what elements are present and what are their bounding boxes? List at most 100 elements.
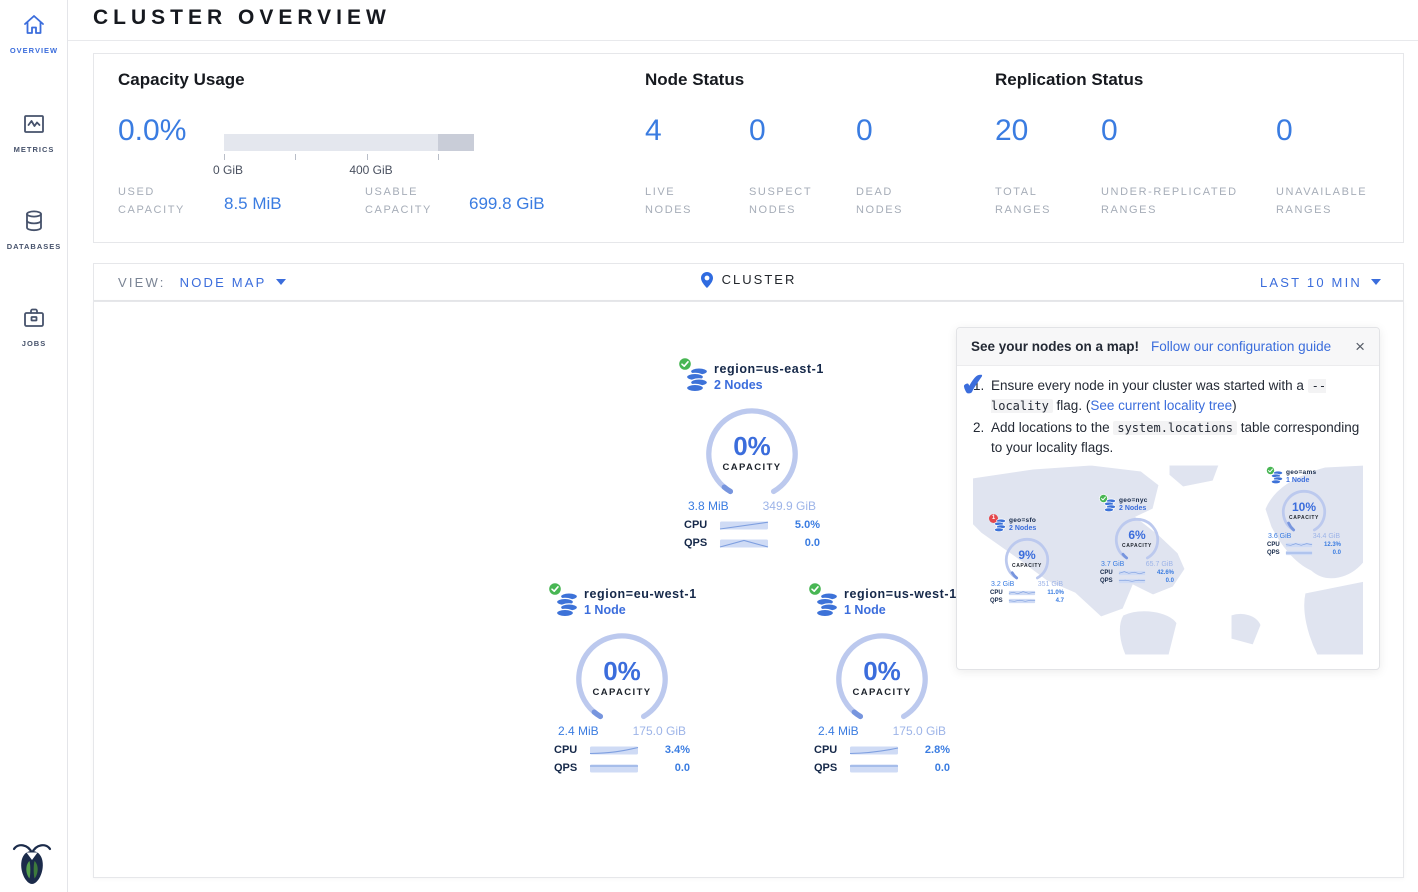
sidebar-item-label: METRICS (2, 145, 66, 154)
qps-sparkline (1004, 598, 1040, 604)
cluster-summary-panel: Capacity Usage 0.0% 0 GiB 400 GiB USED C… (93, 53, 1404, 243)
qps-sparkline (714, 538, 774, 549)
capacity-percent: 0% (574, 656, 670, 687)
tooltip-title: See your nodes on a map! (971, 339, 1139, 354)
step-text: flag. ( (1053, 398, 1091, 413)
axis-tick (438, 154, 439, 160)
node-group-us-east-1[interactable]: region=us-east-1 2 Nodes 0% CAPACITY 3.8… (677, 363, 827, 549)
capacity-caption: CAPACITY (1004, 563, 1050, 569)
qps-value: 0.0 (774, 537, 820, 549)
cpu-sparkline (844, 745, 904, 756)
node-region-label: geo=sfo (1009, 517, 1036, 524)
qps-sparkline (584, 763, 644, 774)
sidebar-item-label: OVERVIEW (2, 46, 66, 55)
node-count-label: 2 Nodes (1119, 505, 1148, 512)
main-content: CLUSTER OVERVIEW Capacity Usage 0.0% 0 G… (68, 0, 1418, 892)
time-range-dropdown[interactable]: LAST 10 MIN (1260, 275, 1381, 290)
dead-nodes-label: DEAD NODES (856, 184, 926, 219)
big-check-icon: ✔ (959, 367, 988, 404)
capacity-percent: 0% (834, 656, 930, 687)
time-range-value: LAST 10 MIN (1260, 275, 1362, 290)
qps-sparkline (844, 763, 904, 774)
qps-label: QPS (814, 762, 844, 774)
sidebar-item-metrics[interactable]: METRICS (0, 99, 68, 166)
cpu-value: 3.4% (644, 744, 690, 756)
capacity-gauge: 10% CAPACITY (1281, 489, 1327, 531)
step-number: 2. (973, 418, 984, 438)
healthy-check-icon (678, 357, 692, 371)
node-region-label: geo=nyc (1119, 497, 1148, 504)
sidebar-item-jobs[interactable]: JOBS (0, 293, 68, 360)
cpu-value: 5.0% (774, 519, 820, 531)
node-region-label: region=us-west-1 (844, 587, 957, 601)
cpu-sparkline (1114, 570, 1150, 576)
sidebar-item-label: DATABASES (2, 242, 66, 251)
cpu-label: CPU (814, 744, 844, 756)
qps-label: QPS (684, 537, 714, 549)
unavailable-ranges-label: UNAVAILABLE RANGES (1276, 184, 1386, 219)
sidebar: OVERVIEW METRICS DATABASES JOBS (0, 0, 68, 892)
healthy-check-icon (548, 582, 562, 596)
close-icon[interactable]: × (1355, 338, 1365, 355)
capacity-gauge: 0% CAPACITY (574, 631, 670, 717)
breadcrumb-label: CLUSTER (722, 272, 797, 287)
map-pin-icon (701, 272, 713, 288)
home-icon (22, 13, 46, 37)
node-region-label: region=eu-west-1 (584, 587, 697, 601)
capacity-percent: 10% (1281, 500, 1327, 514)
node-group-us-west-1[interactable]: region=us-west-1 1 Node 0% CAPACITY 2.4 … (807, 588, 957, 774)
database-icon (22, 209, 46, 233)
page-title: CLUSTER OVERVIEW (93, 6, 391, 30)
sidebar-item-overview[interactable]: OVERVIEW (0, 0, 68, 67)
live-nodes-value: 4 (645, 114, 662, 148)
suspect-nodes-value: 0 (749, 114, 766, 148)
axis-tick-label: 0 GiB (213, 163, 243, 177)
healthy-check-icon (808, 582, 822, 596)
metrics-icon (22, 112, 46, 136)
replication-status-title: Replication Status (995, 70, 1143, 90)
used-capacity-label: USED CAPACITY (118, 184, 202, 219)
capacity-percent: 6% (1114, 528, 1160, 542)
node-group-eu-west-1[interactable]: region=eu-west-1 1 Node 0% CAPACITY 2.4 … (547, 588, 697, 774)
capacity-caption: CAPACITY (574, 687, 670, 698)
axis-tick-label: 400 GiB (349, 163, 392, 177)
configuration-guide-link[interactable]: Follow our configuration guide (1151, 339, 1331, 354)
axis-tick (295, 154, 296, 160)
sidebar-item-databases[interactable]: DATABASES (0, 196, 68, 263)
capacity-gauge: 0% CAPACITY (834, 631, 930, 717)
qps-value: 0.0 (1150, 578, 1174, 584)
cockroachdb-logo-icon (12, 840, 52, 886)
briefcase-icon (22, 306, 46, 330)
capacity-used-percent: 0.0% (118, 114, 186, 148)
cpu-sparkline (714, 520, 774, 531)
cpu-sparkline (584, 745, 644, 756)
capacity-percent: 9% (1004, 548, 1050, 562)
node-map-setup-tooltip: See your nodes on a map! Follow our conf… (956, 327, 1380, 670)
usable-capacity-value: 699.8 GiB (469, 194, 545, 214)
qps-label: QPS (1100, 578, 1114, 584)
step-text: ) (1232, 398, 1237, 413)
qps-value: 0.0 (1317, 550, 1341, 556)
cpu-value: 11.0% (1040, 590, 1064, 596)
locality-tree-link[interactable]: See current locality tree (1090, 398, 1232, 413)
node-count-label: 1 Node (1286, 477, 1316, 484)
capacity-usage-title: Capacity Usage (118, 70, 245, 90)
cpu-value: 12.3% (1317, 542, 1341, 548)
capacity-gauge: 9% CAPACITY (1004, 537, 1050, 579)
qps-value: 0.0 (904, 762, 950, 774)
used-capacity-value: 8.5 MiB (224, 194, 282, 214)
node-count-label: 1 Node (584, 603, 697, 617)
capacity-caption: CAPACITY (1114, 543, 1160, 549)
qps-sparkline (1114, 578, 1150, 584)
capacity-gauge: 6% CAPACITY (1114, 517, 1160, 559)
capacity-percent: 0% (704, 431, 800, 462)
qps-label: QPS (1267, 550, 1281, 556)
qps-value: 4.7 (1040, 598, 1064, 604)
cpu-value: 2.8% (904, 744, 950, 756)
example-node-map-image: 1 geo=sfo 2 Nodes 9% CAPACITY (973, 465, 1363, 655)
breadcrumb-cluster[interactable]: CLUSTER (701, 272, 797, 288)
axis-tick (224, 154, 225, 160)
view-toolbar: VIEW: NODE MAP CLUSTER LAST 10 MIN (93, 263, 1404, 301)
suspect-nodes-label: SUSPECT NODES (749, 184, 825, 219)
live-nodes-label: LIVE NODES (645, 184, 715, 219)
